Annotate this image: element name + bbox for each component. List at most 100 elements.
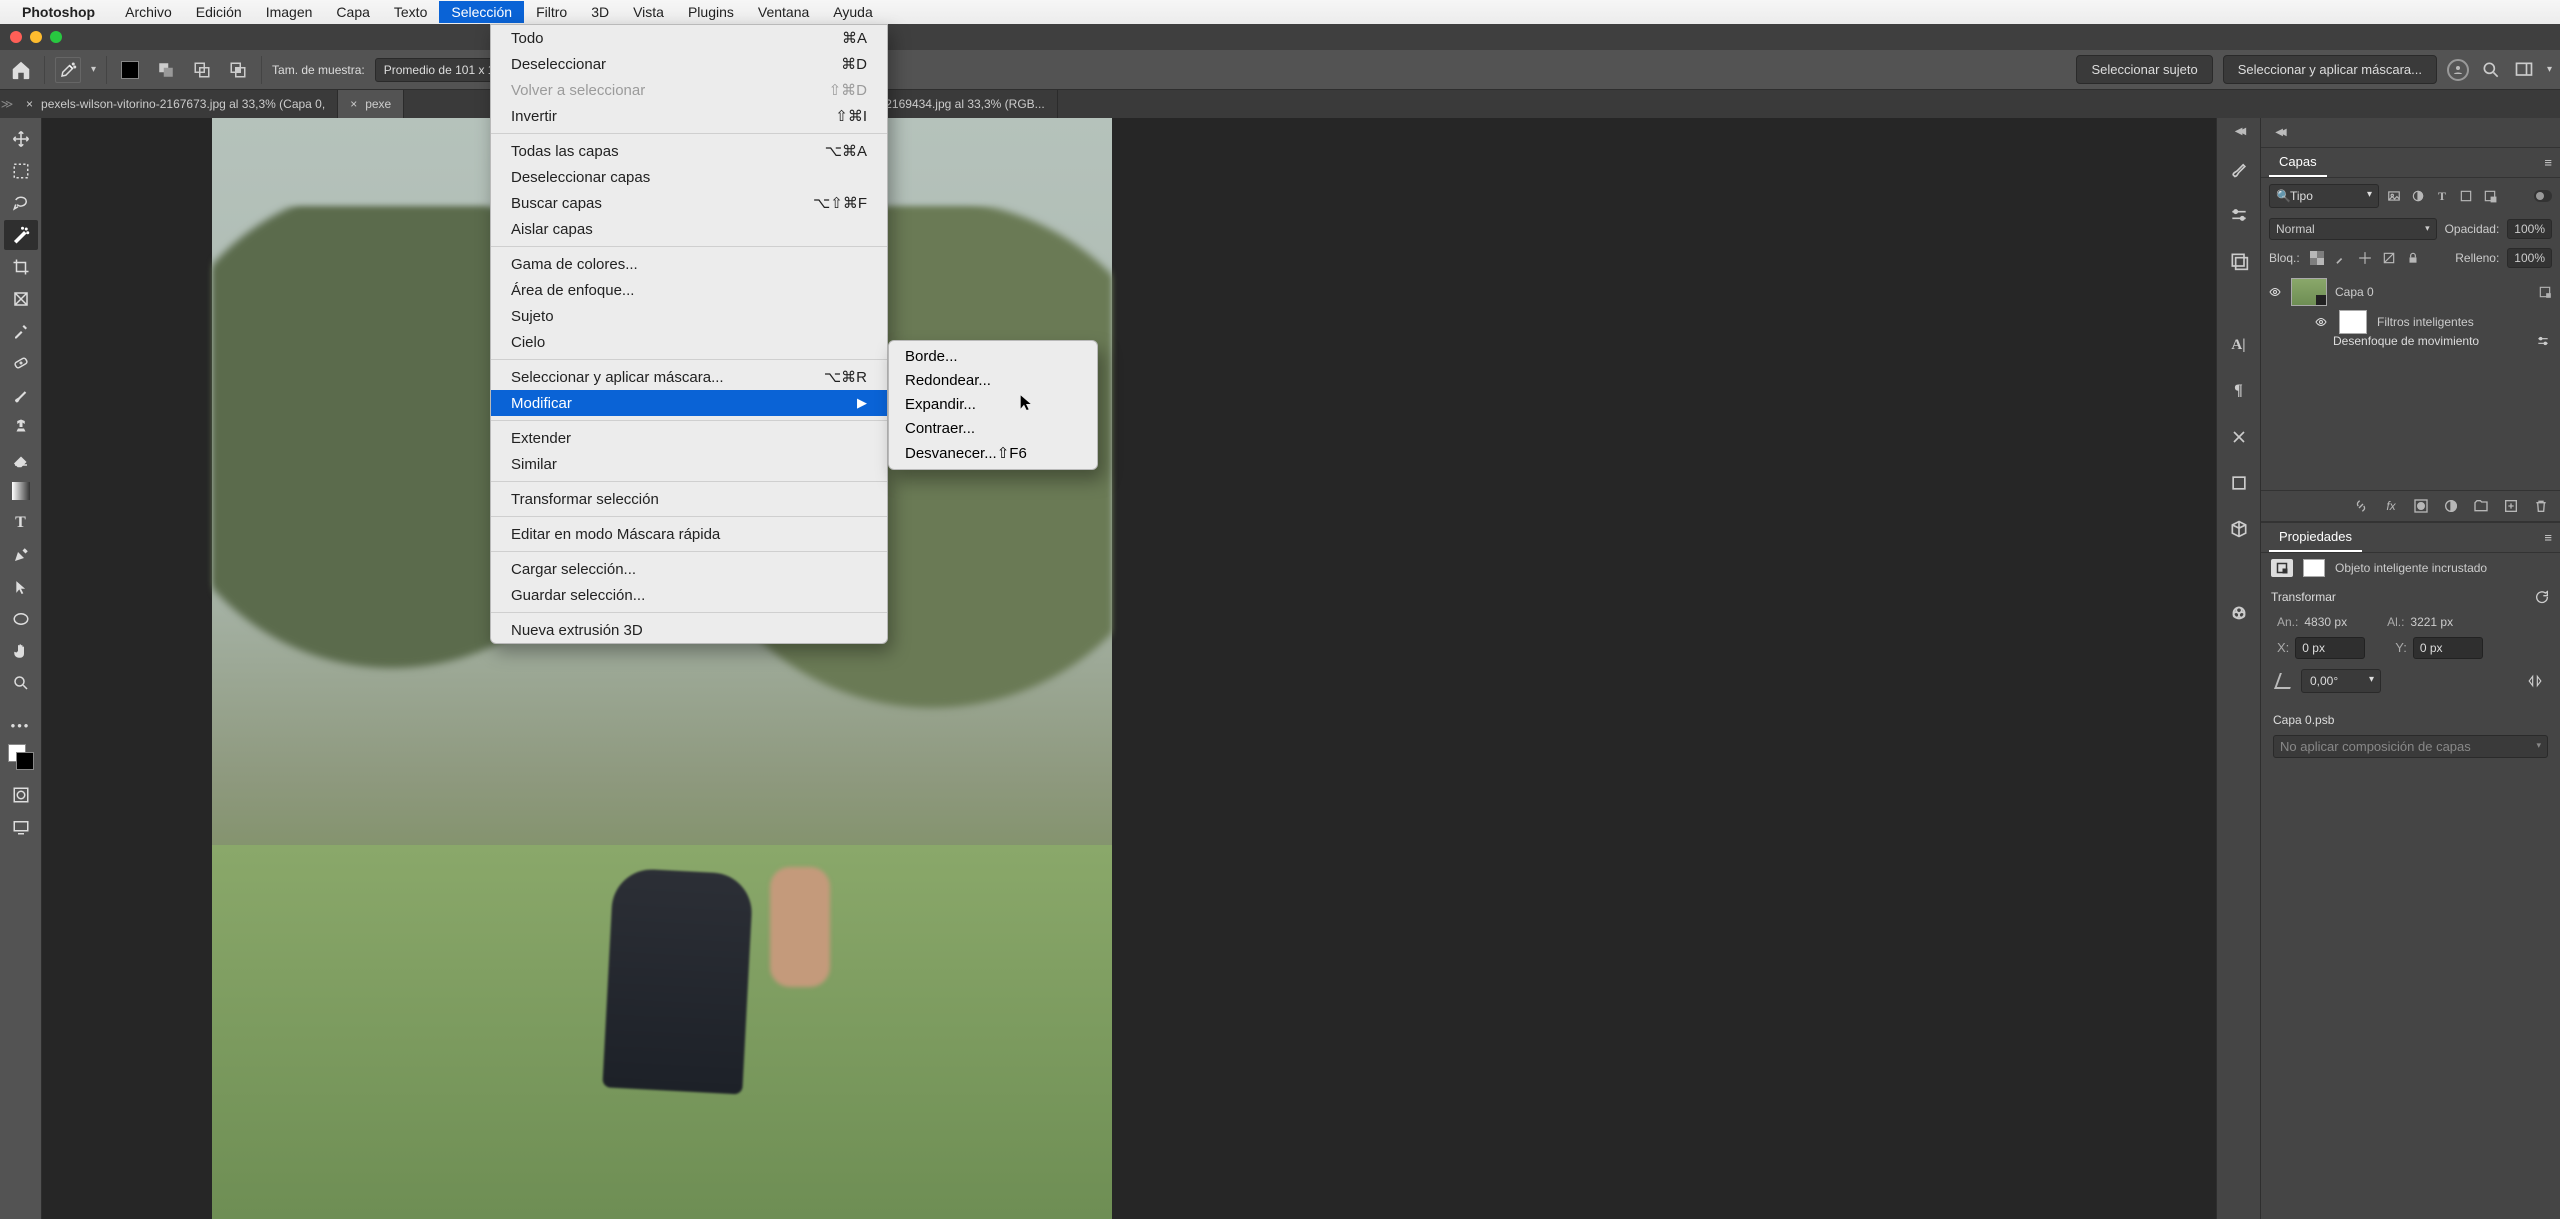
menu-item[interactable]: Transformar selección — [491, 486, 887, 512]
menu-imagen[interactable]: Imagen — [254, 1, 325, 23]
adjustment-layer-icon[interactable] — [2442, 497, 2460, 515]
sel-add-icon[interactable] — [153, 57, 179, 83]
visibility-icon[interactable] — [2313, 316, 2329, 328]
3d-panel-icon[interactable] — [2225, 515, 2253, 543]
libraries-panel-icon[interactable] — [2225, 469, 2253, 497]
submenu-item[interactable]: Borde... — [889, 345, 1097, 369]
gradient-tool-icon[interactable] — [4, 476, 38, 506]
eraser-tool-icon[interactable] — [4, 444, 38, 474]
layer-comp-select[interactable]: No aplicar composición de capas — [2273, 735, 2548, 758]
color-swatches-icon[interactable] — [4, 742, 38, 778]
menu-item[interactable]: Editar en modo Máscara rápida — [491, 521, 887, 547]
tab-close-icon[interactable]: × — [26, 97, 33, 111]
opacity-value[interactable]: 100% — [2507, 219, 2552, 239]
path-select-tool-icon[interactable] — [4, 572, 38, 602]
glyphs-panel-icon[interactable] — [2225, 423, 2253, 451]
menu-item[interactable]: Deseleccionar capas — [491, 164, 887, 190]
smart-filter-item[interactable]: Desenfoque de movimiento — [2261, 334, 2560, 348]
y-input[interactable] — [2413, 637, 2483, 659]
select-and-mask-button[interactable]: Seleccionar y aplicar máscara... — [2223, 55, 2437, 84]
chevron-down-icon[interactable]: ▾ — [2547, 64, 2552, 75]
filter-shape-icon[interactable] — [2457, 187, 2475, 205]
filter-type-icon[interactable]: T — [2433, 187, 2451, 205]
link-layers-icon[interactable] — [2352, 497, 2370, 515]
sel-subtract-icon[interactable] — [189, 57, 215, 83]
delete-layer-icon[interactable] — [2532, 497, 2550, 515]
submenu-item[interactable]: Desvanecer...⇧F6 — [889, 441, 1097, 465]
brushes-panel-icon[interactable] — [2225, 155, 2253, 183]
hand-tool-icon[interactable] — [4, 636, 38, 666]
select-subject-button[interactable]: Seleccionar sujeto — [2076, 55, 2212, 84]
menu-filtro[interactable]: Filtro — [524, 1, 579, 23]
workspace-icon[interactable] — [2513, 60, 2535, 80]
marquee-tool-icon[interactable] — [4, 156, 38, 186]
menu-item[interactable]: Guardar selección... — [491, 582, 887, 608]
cloud-docs-icon[interactable] — [2447, 59, 2469, 81]
flip-h-icon[interactable] — [2526, 674, 2544, 688]
filter-smart-icon[interactable] — [2481, 187, 2499, 205]
doc-tab-2[interactable]: × pexe — [338, 90, 404, 118]
mask-icon[interactable] — [2412, 497, 2430, 515]
tab-overflow-icon[interactable]: ≫ — [0, 97, 14, 111]
menu-ventana[interactable]: Ventana — [746, 1, 821, 23]
layer-comps-panel-icon[interactable] — [2225, 247, 2253, 275]
menu-item[interactable]: Cargar selección... — [491, 556, 887, 582]
filter-toggle[interactable] — [2534, 190, 2552, 202]
menu-item[interactable]: Sujeto — [491, 303, 887, 329]
window-close-icon[interactable] — [10, 31, 22, 43]
type-tool-icon[interactable]: T — [4, 508, 38, 538]
submenu-item[interactable]: Redondear... — [889, 369, 1097, 393]
search-icon[interactable] — [2481, 60, 2501, 80]
shape-tool-icon[interactable] — [4, 604, 38, 634]
menu-texto[interactable]: Texto — [382, 1, 439, 23]
x-input[interactable] — [2295, 637, 2365, 659]
doc-tab-1[interactable]: × pexels-wilson-vitorino-2167673.jpg al … — [14, 90, 338, 118]
layer-name[interactable]: Capa 0 — [2335, 285, 2374, 299]
filter-blend-icon[interactable] — [2536, 334, 2550, 348]
tab-layers[interactable]: Capas — [2269, 148, 2327, 177]
cc-libraries-icon[interactable] — [2225, 599, 2253, 627]
tab-properties[interactable]: Propiedades — [2269, 523, 2362, 552]
paragraph-panel-icon[interactable]: ¶ — [2225, 377, 2253, 405]
sel-intersect-icon[interactable] — [225, 57, 251, 83]
panel-menu-icon[interactable]: ≡ — [2544, 155, 2552, 170]
menu-vista[interactable]: Vista — [621, 1, 676, 23]
lock-position-icon[interactable] — [2356, 249, 2374, 267]
menu-item[interactable]: Deseleccionar⌘D — [491, 51, 887, 77]
menu-item[interactable]: Área de enfoque... — [491, 277, 887, 303]
clone-stamp-tool-icon[interactable] — [4, 412, 38, 442]
submenu-item[interactable]: Contraer... — [889, 417, 1097, 441]
menu-ayuda[interactable]: Ayuda — [821, 1, 884, 23]
menu-edicion[interactable]: Edición — [184, 1, 254, 23]
brush-tool-icon[interactable] — [4, 380, 38, 410]
layer-filter-kind[interactable]: 🔍Tipo — [2269, 184, 2379, 208]
edit-toolbar-icon[interactable]: ••• — [4, 710, 38, 740]
menu-item[interactable]: Invertir⇧⌘I — [491, 103, 887, 129]
tab-close-icon[interactable]: × — [350, 97, 357, 111]
menu-item[interactable]: Buscar capas⌥⇧⌘F — [491, 190, 887, 216]
menu-item[interactable]: Nueva extrusión 3D — [491, 617, 887, 643]
lock-transparent-icon[interactable] — [2308, 249, 2326, 267]
lasso-tool-icon[interactable] — [4, 188, 38, 218]
filter-adjust-icon[interactable] — [2409, 187, 2427, 205]
window-minimize-icon[interactable] — [30, 31, 42, 43]
move-tool-icon[interactable] — [4, 124, 38, 154]
crop-tool-icon[interactable] — [4, 252, 38, 282]
submenu-item[interactable]: Expandir... — [889, 393, 1097, 417]
menu-plugins[interactable]: Plugins — [676, 1, 746, 23]
reset-icon[interactable] — [2534, 589, 2550, 605]
filter-mask-thumb[interactable] — [2339, 310, 2367, 334]
quick-mask-icon[interactable] — [4, 780, 38, 810]
menu-item[interactable]: Todas las capas⌥⌘A — [491, 138, 887, 164]
screen-mode-icon[interactable] — [4, 812, 38, 842]
character-panel-icon[interactable]: A| — [2225, 331, 2253, 359]
new-layer-icon[interactable] — [2502, 497, 2520, 515]
layer-row-capa0[interactable]: Capa 0 — [2261, 274, 2560, 310]
menu-item[interactable]: Gama de colores... — [491, 251, 887, 277]
menu-archivo[interactable]: Archivo — [113, 1, 184, 23]
menu-item[interactable]: Modificar▶ — [491, 390, 887, 416]
eyedropper-tool-icon[interactable] — [4, 316, 38, 346]
window-zoom-icon[interactable] — [50, 31, 62, 43]
lock-paint-icon[interactable] — [2332, 249, 2350, 267]
menu-item[interactable]: Extender — [491, 425, 887, 451]
